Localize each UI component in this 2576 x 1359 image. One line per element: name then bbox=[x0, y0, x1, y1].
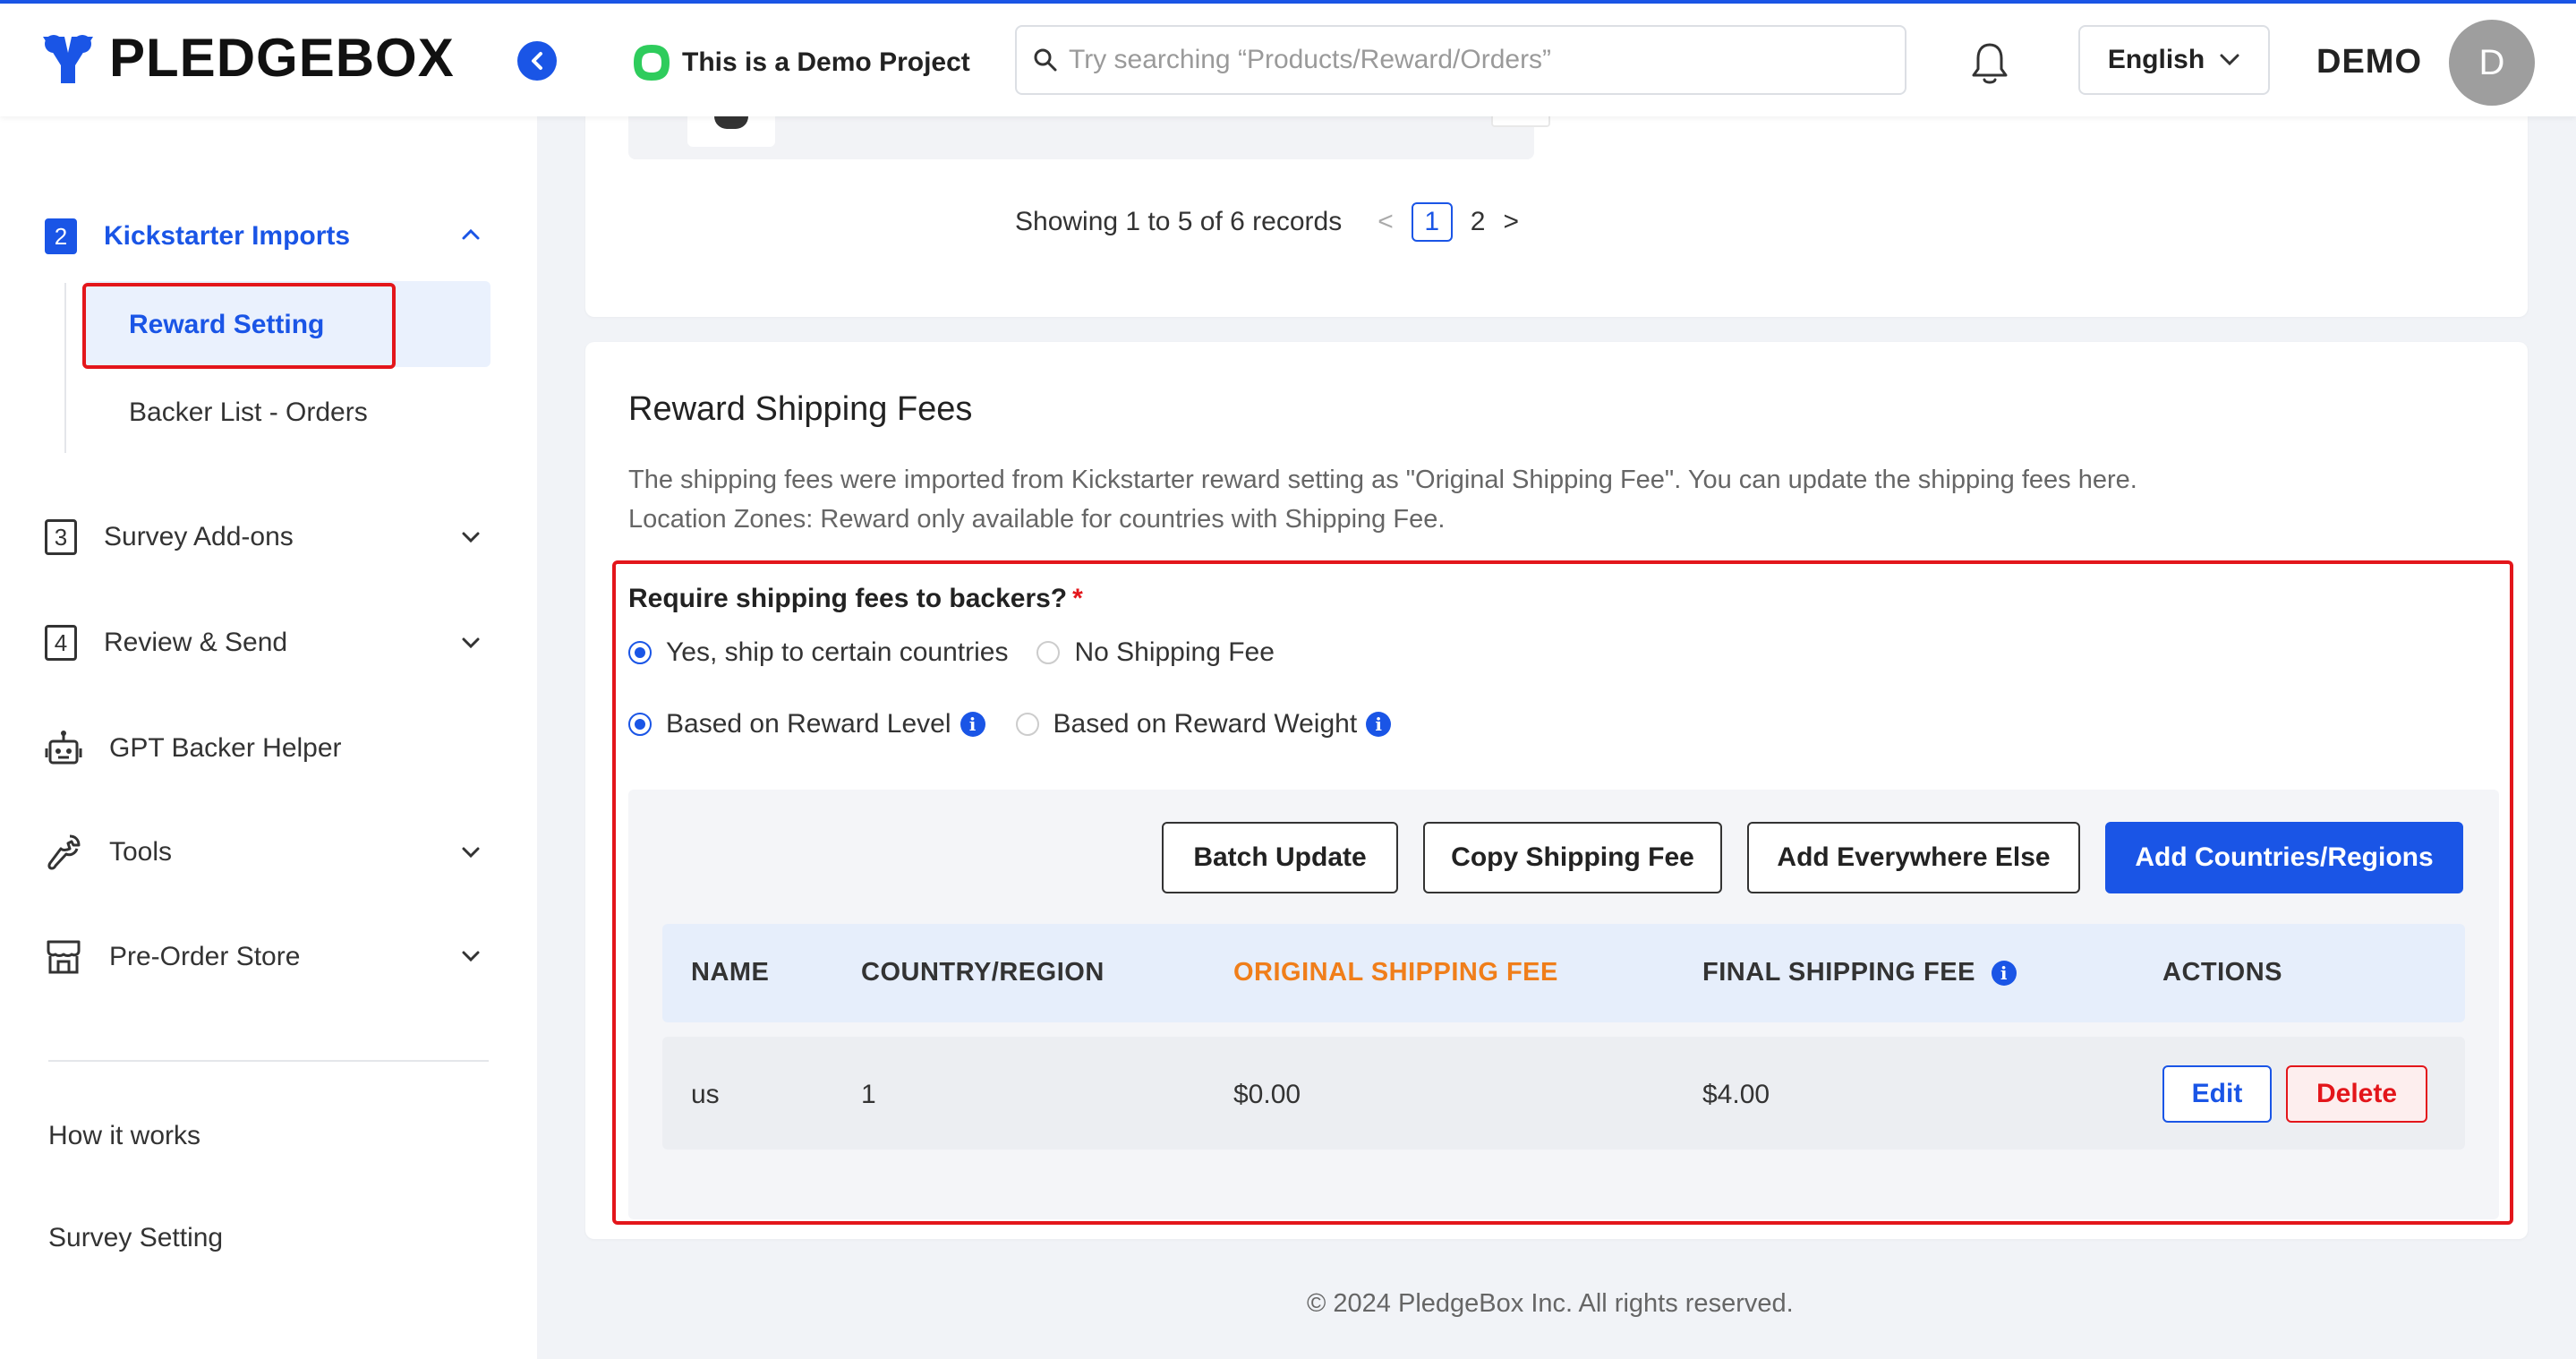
batch-update-button[interactable]: Batch Update bbox=[1162, 822, 1398, 893]
chevron-down-icon[interactable] bbox=[460, 530, 482, 544]
table-row: us 1 $0.00 $4.00 Edit Delete bbox=[662, 1037, 2465, 1150]
pagination-info: Showing 1 to 5 of 6 records bbox=[1015, 207, 1343, 236]
shipping-basis-options: Based on Reward Level i Based on Reward … bbox=[628, 709, 1392, 739]
column-header-name: NAME bbox=[691, 958, 770, 987]
description-line-1: The shipping fees were imported from Kic… bbox=[628, 466, 2137, 494]
radio-no-shipping-label[interactable]: No Shipping Fee bbox=[1074, 637, 1274, 668]
reward-select-fragment[interactable] bbox=[1491, 116, 1550, 127]
cell-original-fee: $0.00 bbox=[1233, 1080, 1301, 1109]
chevron-down-icon[interactable] bbox=[460, 845, 482, 859]
search-icon bbox=[1034, 48, 1057, 72]
chevron-left-icon bbox=[532, 52, 542, 70]
shipping-required-options: Yes, ship to certain countries No Shippi… bbox=[628, 637, 1275, 668]
step-number-badge: 4 bbox=[45, 625, 77, 661]
bell-icon bbox=[1972, 43, 2008, 84]
column-header-final-fee-label: FINAL SHIPPING FEE bbox=[1702, 958, 1975, 987]
sidebar-section-label: Survey Add-ons bbox=[104, 522, 294, 551]
section-title: Reward Shipping Fees bbox=[628, 390, 973, 428]
chevron-down-icon[interactable] bbox=[460, 636, 482, 650]
table-header: NAME COUNTRY/REGION ORIGINAL SHIPPING FE… bbox=[662, 924, 2465, 1022]
reward-shipping-fees-card: Reward Shipping Fees The shipping fees w… bbox=[585, 342, 2528, 1239]
sidebar-item-tools[interactable]: Tools bbox=[45, 833, 172, 872]
info-icon[interactable]: i bbox=[1991, 960, 2017, 986]
username: DEMO bbox=[2316, 43, 2422, 81]
sidebar-item-gpt-backer-helper[interactable]: GPT Backer Helper bbox=[45, 729, 342, 768]
robot-icon bbox=[45, 731, 82, 765]
wrench-icon bbox=[47, 834, 81, 870]
search-input[interactable] bbox=[1067, 44, 1876, 76]
description-line-2: Location Zones: Reward only available fo… bbox=[628, 505, 1446, 534]
cell-final-fee: $4.00 bbox=[1702, 1080, 1770, 1109]
language-select[interactable]: English bbox=[2078, 25, 2270, 95]
pagination-page-1[interactable]: 1 bbox=[1411, 202, 1453, 242]
sidebar-section-survey-addons[interactable]: 3 Survey Add-ons bbox=[45, 519, 294, 555]
sidebar-section-review-send[interactable]: 4 Review & Send bbox=[45, 625, 287, 661]
pagination: Showing 1 to 5 of 6 records < 1 2 > bbox=[1015, 202, 1528, 242]
sidebar-section-label: Review & Send bbox=[104, 628, 288, 657]
step-number-badge: 2 bbox=[45, 218, 77, 254]
step-number-badge: 3 bbox=[45, 519, 77, 555]
shipping-question-text: Require shipping fees to backers? bbox=[628, 584, 1068, 613]
sidebar-section-kickstarter-imports[interactable]: 2 Kickstarter Imports bbox=[45, 218, 350, 254]
radio-no-shipping[interactable] bbox=[1036, 641, 1061, 664]
column-header-actions: ACTIONS bbox=[2162, 958, 2282, 987]
delete-button[interactable]: Delete bbox=[2286, 1065, 2427, 1123]
radio-reward-level[interactable] bbox=[628, 713, 652, 736]
section-description: The shipping fees were imported from Kic… bbox=[628, 460, 2137, 539]
project-icon bbox=[634, 45, 670, 81]
radio-reward-level-label[interactable]: Based on Reward Level bbox=[666, 709, 951, 739]
shipping-table-panel: Batch Update Copy Shipping Fee Add Every… bbox=[628, 790, 2499, 1219]
column-header-country: COUNTRY/REGION bbox=[861, 958, 1105, 987]
avatar[interactable]: D bbox=[2449, 20, 2535, 106]
cell-country: 1 bbox=[861, 1080, 876, 1109]
top-header: PLEDGEBOX This is a Demo Project English… bbox=[0, 4, 2576, 116]
footer-copyright: © 2024 PledgeBox Inc. All rights reserve… bbox=[1307, 1289, 1794, 1318]
store-icon bbox=[47, 940, 81, 974]
info-icon[interactable]: i bbox=[1366, 712, 1392, 737]
radio-yes-ship[interactable] bbox=[628, 641, 652, 664]
language-value: English bbox=[2107, 45, 2205, 74]
sidebar-item-label: Pre-Order Store bbox=[109, 942, 301, 971]
rewards-list-card: Showing 1 to 5 of 6 records < 1 2 > bbox=[585, 116, 2528, 317]
column-header-final-fee: FINAL SHIPPING FEE i bbox=[1702, 958, 2017, 987]
copy-shipping-fee-button[interactable]: Copy Shipping Fee bbox=[1423, 822, 1722, 893]
sidebar-item-pre-order-store[interactable]: Pre-Order Store bbox=[45, 938, 300, 976]
radio-reward-weight-label[interactable]: Based on Reward Weight bbox=[1053, 709, 1358, 739]
sidebar-subitem-label[interactable]: Reward Setting bbox=[129, 310, 324, 340]
sidebar-subitem-backer-list[interactable]: Backer List - Orders bbox=[129, 397, 368, 428]
project-label: This is a Demo Project bbox=[682, 47, 970, 77]
radio-yes-ship-label[interactable]: Yes, ship to certain countries bbox=[666, 637, 1008, 668]
sidebar-section-label: Kickstarter Imports bbox=[104, 221, 351, 251]
add-everywhere-else-button[interactable]: Add Everywhere Else bbox=[1747, 822, 2080, 893]
shipping-question: Require shipping fees to backers? * bbox=[628, 584, 1083, 614]
sidebar-divider bbox=[48, 1060, 489, 1062]
project-indicator[interactable]: This is a Demo Project bbox=[632, 43, 970, 82]
cell-name: us bbox=[691, 1080, 720, 1109]
edit-button[interactable]: Edit bbox=[2162, 1065, 2272, 1123]
sidebar: 2 Kickstarter Imports Reward Setting Bac… bbox=[0, 116, 537, 1359]
sidebar-item-label: GPT Backer Helper bbox=[109, 733, 342, 763]
collapse-sidebar-button[interactable] bbox=[517, 41, 557, 81]
chevron-up-icon[interactable] bbox=[460, 227, 482, 242]
pagination-next-button[interactable]: > bbox=[1503, 207, 1519, 237]
chevron-down-icon bbox=[2220, 54, 2239, 66]
logo[interactable]: PLEDGEBOX bbox=[39, 27, 455, 89]
pagination-prev-button[interactable]: < bbox=[1378, 207, 1394, 237]
info-icon[interactable]: i bbox=[960, 712, 985, 737]
sidebar-link-how-it-works[interactable]: How it works bbox=[48, 1121, 200, 1151]
reward-item-fragment bbox=[628, 116, 1550, 159]
pagination-page-2[interactable]: 2 bbox=[1471, 207, 1486, 237]
chevron-down-icon[interactable] bbox=[460, 949, 482, 963]
submenu-line bbox=[64, 283, 66, 453]
logo-text: PLEDGEBOX bbox=[109, 28, 455, 88]
search-box[interactable] bbox=[1015, 25, 1906, 95]
required-mark: * bbox=[1072, 584, 1083, 613]
add-countries-regions-button[interactable]: Add Countries/Regions bbox=[2105, 822, 2463, 893]
sidebar-link-survey-setting[interactable]: Survey Setting bbox=[48, 1223, 223, 1253]
sidebar-item-label: Tools bbox=[109, 837, 173, 867]
pledgebox-logo-icon bbox=[43, 34, 93, 83]
radio-reward-weight[interactable] bbox=[1015, 713, 1039, 736]
column-header-original-fee: ORIGINAL SHIPPING FEE bbox=[1233, 958, 1558, 987]
notifications-button[interactable] bbox=[1969, 41, 2010, 90]
